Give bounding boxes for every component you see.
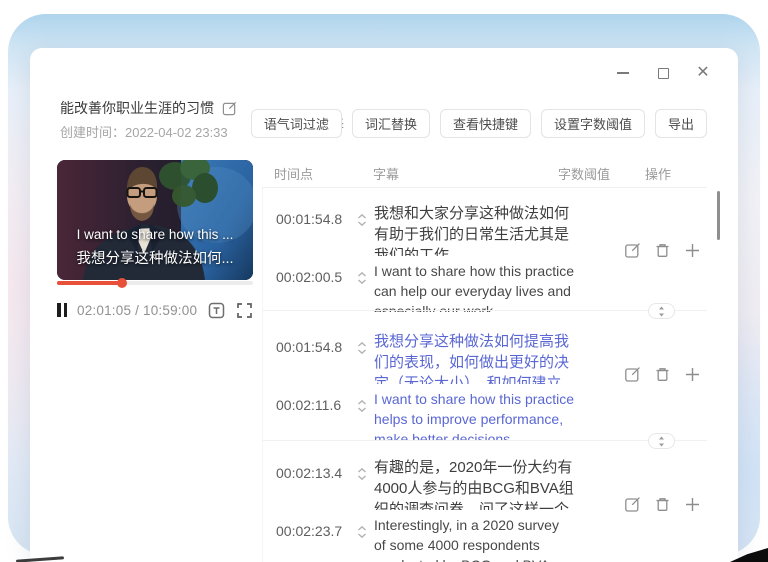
app-window: ✕ 能改善你职业生涯的习惯 创建时间：2022-04-02 23:33 自动翻译… bbox=[30, 48, 738, 562]
subtitle-text-zh[interactable]: 我想和大家分享这种做法如何有助于我们的日常生活尤其是我们的工作 bbox=[374, 203, 574, 256]
screenshot-stage: ✕ 能改善你职业生涯的习惯 创建时间：2022-04-02 23:33 自动翻译… bbox=[0, 0, 768, 562]
column-header-subtitle: 字幕 bbox=[373, 164, 399, 183]
column-header-actions: 操作 bbox=[645, 164, 671, 183]
toolbar: 语气词过滤 词汇替换 查看快捷键 设置字数阈值 导出 bbox=[251, 109, 707, 138]
filler-filter-button[interactable]: 语气词过滤 bbox=[251, 109, 342, 138]
word-threshold-button[interactable]: 设置字数阈值 bbox=[541, 109, 645, 138]
video-thumbnail[interactable]: I want to share how this ... 我想分享这种做法如何.… bbox=[57, 160, 253, 280]
shortcuts-button[interactable]: 查看快捷键 bbox=[440, 109, 531, 138]
player-controls: 02:01:05 / 10:59:00 bbox=[57, 300, 253, 320]
progress-fill bbox=[57, 281, 122, 285]
created-time-label: 创建时间：2022-04-02 23:33 bbox=[60, 122, 228, 141]
delete-icon[interactable] bbox=[654, 496, 671, 513]
timestamp-stepper-icon[interactable] bbox=[352, 270, 372, 286]
time-display: 02:01:05 / 10:59:00 bbox=[77, 303, 197, 318]
delete-icon[interactable] bbox=[654, 242, 671, 259]
export-button[interactable]: 导出 bbox=[655, 109, 707, 138]
timestamp-stepper-icon[interactable] bbox=[352, 466, 372, 482]
subtitle-text-en[interactable]: Interestingly, in a 2020 survey of some … bbox=[374, 515, 574, 562]
window-controls: ✕ bbox=[614, 64, 712, 82]
orig-timestamp: 00:01:54.8 bbox=[276, 339, 352, 355]
subtitle-text-zh[interactable]: 有趣的是，2020年一份大约有4000人参与的由BCG和BVA组织的调查问卷，问… bbox=[374, 457, 574, 510]
progress-bar[interactable] bbox=[57, 281, 253, 285]
row-actions bbox=[624, 496, 701, 513]
page-title: 能改善你职业生涯的习惯 bbox=[60, 98, 214, 118]
fullscreen-icon[interactable] bbox=[236, 302, 253, 319]
progress-knob[interactable] bbox=[117, 278, 127, 288]
column-header-threshold: 字数阈值 bbox=[558, 164, 610, 183]
trans-timestamp: 00:02:11.6 bbox=[276, 397, 352, 413]
timestamp-stepper-icon[interactable] bbox=[352, 340, 372, 356]
column-header-time: 时间点 bbox=[274, 164, 313, 183]
subtitle-row: 00:01:54.8 我想分享这种做法如何提高我们的表现，如何做出更好的决定（无… bbox=[262, 311, 707, 441]
maximize-icon bbox=[658, 68, 669, 79]
close-button[interactable]: ✕ bbox=[694, 64, 712, 82]
orig-timestamp: 00:01:54.8 bbox=[276, 211, 352, 227]
trans-timestamp: 00:02:23.7 bbox=[276, 523, 352, 539]
subtitle-row: 00:01:54.8 我想和大家分享这种做法如何有助于我们的日常生活尤其是我们的… bbox=[262, 187, 707, 311]
subtitle-text-en[interactable]: I want to share how this practice can he… bbox=[374, 261, 574, 312]
caption-toggle-icon[interactable] bbox=[208, 302, 225, 319]
row-actions bbox=[624, 242, 701, 259]
pause-button[interactable] bbox=[57, 303, 67, 317]
player-subtitle-zh: 我想分享这种做法如何... bbox=[57, 247, 253, 268]
timestamp-stepper-icon[interactable] bbox=[352, 524, 372, 540]
row-actions bbox=[624, 366, 701, 383]
edit-icon[interactable] bbox=[624, 242, 641, 259]
minimize-button[interactable] bbox=[614, 64, 632, 82]
orig-timestamp: 00:02:13.4 bbox=[276, 465, 352, 481]
edit-icon[interactable] bbox=[624, 496, 641, 513]
subtitle-row: 00:02:13.4 有趣的是，2020年一份大约有4000人参与的由BCG和B… bbox=[262, 441, 707, 562]
timestamp-stepper-icon[interactable] bbox=[352, 212, 372, 228]
maximize-button[interactable] bbox=[654, 64, 672, 82]
edit-icon[interactable] bbox=[624, 366, 641, 383]
table-scrollbar[interactable] bbox=[717, 191, 720, 240]
delete-icon[interactable] bbox=[654, 366, 671, 383]
timestamp-stepper-icon[interactable] bbox=[352, 398, 372, 414]
edit-title-icon[interactable] bbox=[222, 101, 237, 116]
add-icon[interactable] bbox=[684, 366, 701, 383]
subtitle-text-en[interactable]: I want to share how this practice helps … bbox=[374, 389, 574, 440]
subtitle-text-zh[interactable]: 我想分享这种做法如何提高我们的表现，如何做出更好的决定（无论大小），和如何建立 bbox=[374, 331, 574, 384]
add-icon[interactable] bbox=[684, 242, 701, 259]
minimize-icon bbox=[617, 72, 629, 74]
player-subtitle-en: I want to share how this ... bbox=[57, 227, 253, 242]
vocab-replace-button[interactable]: 词汇替换 bbox=[352, 109, 430, 138]
close-icon: ✕ bbox=[696, 65, 709, 81]
trans-timestamp: 00:02:00.5 bbox=[276, 269, 352, 285]
add-icon[interactable] bbox=[684, 496, 701, 513]
